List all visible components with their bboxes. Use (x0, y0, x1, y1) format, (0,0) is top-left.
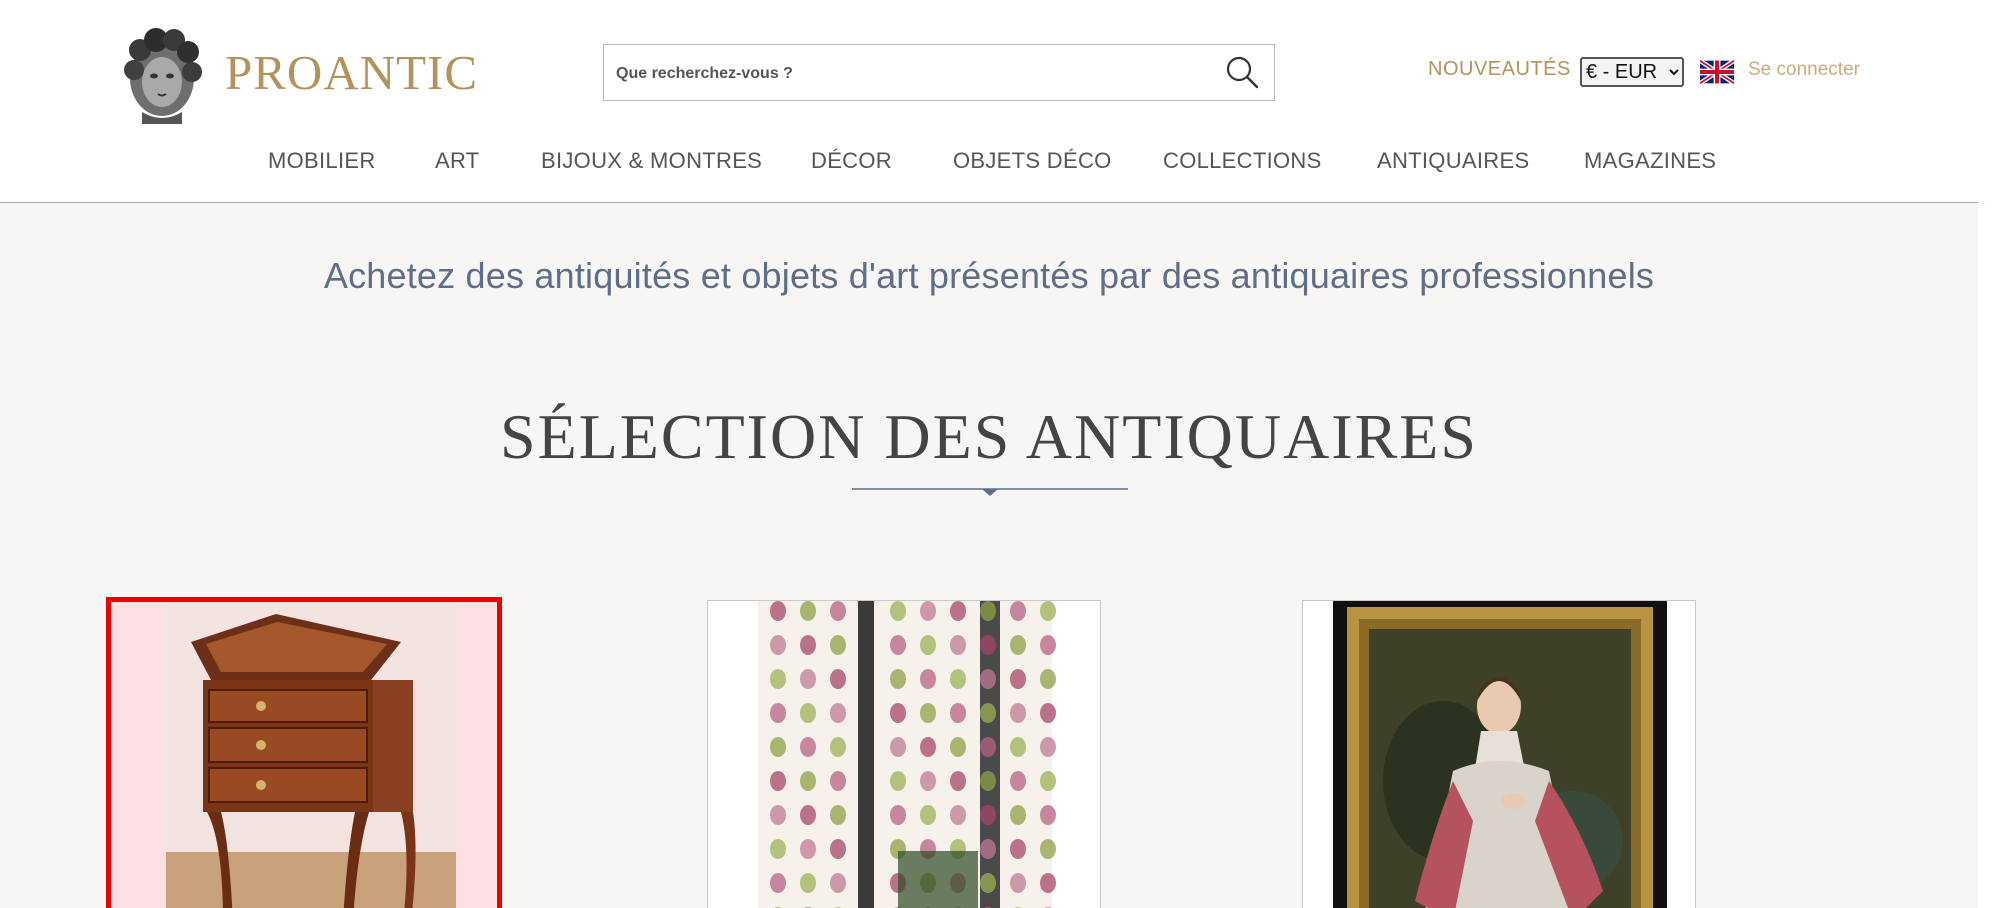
product-card-curtain[interactable] (707, 600, 1101, 908)
new-arrivals-link[interactable]: NOUVEAUTÉS (1428, 58, 1571, 81)
product-card-portrait[interactable] (1302, 600, 1696, 908)
nav-item-antiquaires[interactable]: ANTIQUAIRES (1377, 148, 1529, 174)
currency-select[interactable]: € - EUR (1580, 57, 1684, 87)
search-input[interactable] (614, 53, 1198, 95)
section-title: SÉLECTION DES ANTIQUAIRES (500, 401, 1478, 472)
portrait-painting-photo (1303, 601, 1695, 908)
nav-item-magazines[interactable]: MAGAZINES (1584, 148, 1716, 174)
nav-item-bijoux-montres[interactable]: BIJOUX & MONTRES (541, 148, 762, 174)
nav-item-art[interactable]: ART (435, 148, 480, 174)
nav-item-decor[interactable]: DÉCOR (811, 148, 892, 174)
search-box (603, 44, 1275, 101)
nav-item-mobilier[interactable]: MOBILIER (268, 148, 376, 174)
site-tagline: Achetez des antiquités et objets d'art p… (323, 255, 1655, 296)
page: PROANTIC NOUVEAUTÉS € - EUR Se connecter… (0, 0, 1978, 908)
nav-item-collections[interactable]: COLLECTIONS (1163, 148, 1322, 174)
uk-flag-icon[interactable] (1700, 60, 1734, 84)
floral-curtain-photo (708, 601, 1100, 908)
site-header: PROANTIC NOUVEAUTÉS € - EUR Se connecter… (0, 0, 1978, 203)
search-icon[interactable] (1224, 54, 1260, 90)
night-stand-photo (111, 602, 497, 908)
nav-item-objets-deco[interactable]: OBJETS DÉCO (953, 148, 1112, 174)
login-link[interactable]: Se connecter (1748, 59, 1860, 81)
product-card-night-stand[interactable] (106, 597, 502, 908)
main-nav: MOBILIER ART BIJOUX & MONTRES DÉCOR OBJE… (0, 148, 1978, 178)
brand-logo-text[interactable]: PROANTIC (225, 44, 478, 102)
title-divider (852, 488, 1128, 496)
logo-bust-icon[interactable] (112, 20, 212, 124)
